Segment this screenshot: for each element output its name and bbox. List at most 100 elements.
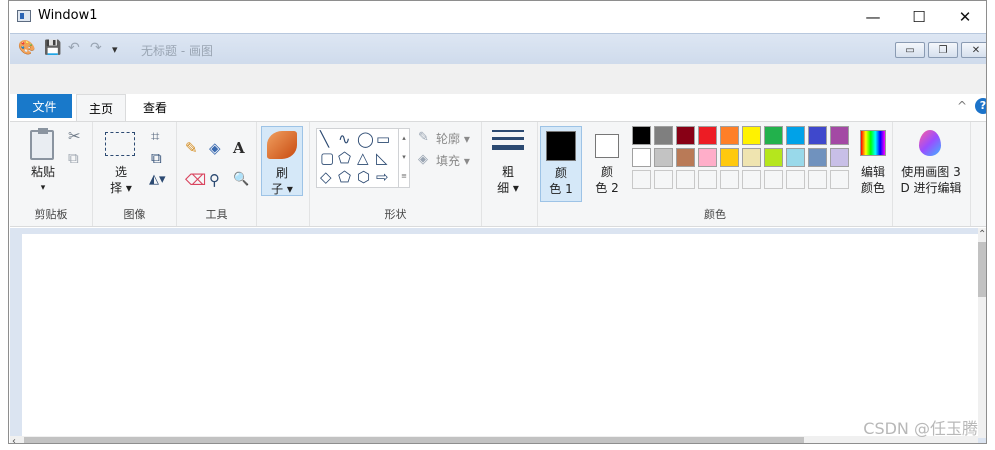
resize-icon[interactable]: ⧉ <box>151 150 162 166</box>
palette-swatch[interactable] <box>676 170 695 189</box>
fill-icon[interactable]: ◈ <box>209 140 221 156</box>
brushes-button[interactable]: 刷 子 ▾ <box>261 126 303 196</box>
palette-swatch[interactable] <box>742 148 761 167</box>
scroll-left-icon[interactable]: ‹ <box>12 436 16 443</box>
palette-swatch[interactable] <box>764 148 783 167</box>
palette-swatch[interactable] <box>764 170 783 189</box>
edit-colors-label-2: 颜色 <box>860 181 885 195</box>
size-label-2[interactable]: 细 ▾ <box>490 180 526 196</box>
palette-swatch[interactable] <box>742 126 761 145</box>
palette-swatch[interactable] <box>632 126 651 145</box>
palette-swatch[interactable] <box>786 170 805 189</box>
shape-rounded-rect-icon[interactable]: ▢ <box>320 150 334 166</box>
size-label-1[interactable]: 粗 <box>490 164 526 180</box>
copy-icon[interactable]: ⧉ <box>68 150 79 166</box>
shape-oval-icon[interactable]: ◯ <box>357 131 374 147</box>
shape-diamond-icon[interactable]: ◇ <box>320 169 332 185</box>
horizontal-scrollbar[interactable]: ‹ <box>10 436 978 443</box>
shape-rectangle-icon[interactable]: ▭ <box>376 131 390 147</box>
color1-button[interactable]: 颜 色 1 <box>540 126 582 202</box>
document-title: 无标题 - 画图 <box>141 44 213 58</box>
palette-swatch[interactable] <box>720 148 739 167</box>
pencil-icon[interactable]: ✎ <box>185 140 198 156</box>
palette-swatch[interactable] <box>720 126 739 145</box>
palette-swatch[interactable] <box>676 148 695 167</box>
palette-swatch[interactable] <box>654 170 673 189</box>
select-icon[interactable] <box>105 132 135 156</box>
paint3d-icon[interactable] <box>919 130 941 156</box>
palette-swatch[interactable] <box>786 126 805 145</box>
magnifier-icon[interactable]: 🔍 <box>233 172 249 188</box>
palette-swatch[interactable] <box>654 126 673 145</box>
palette-swatch[interactable] <box>808 170 827 189</box>
redo-icon[interactable]: ↷ <box>90 40 102 56</box>
palette-swatch[interactable] <box>632 170 651 189</box>
shape-curve-icon[interactable]: ∿ <box>338 131 351 147</box>
undo-icon[interactable]: ↶ <box>68 40 80 56</box>
size-icon[interactable] <box>492 130 524 150</box>
vertical-scroll-thumb[interactable] <box>978 242 986 297</box>
select-label-2[interactable]: 择 ▾ <box>103 180 139 196</box>
palette-swatch[interactable] <box>786 148 805 167</box>
help-icon[interactable]: ? <box>975 98 986 114</box>
shape-arrow-icon[interactable]: ⇨ <box>376 169 389 185</box>
close-button[interactable]: ✕ <box>942 1 986 32</box>
palette-swatch[interactable] <box>698 126 717 145</box>
paste-label[interactable]: 粘贴 <box>24 164 62 180</box>
mdi-minimize-button[interactable]: ▭ <box>895 42 925 58</box>
paint3d-label-2[interactable]: D 进行编辑 <box>893 180 969 196</box>
crop-icon[interactable]: ⌗ <box>151 128 159 144</box>
tab-view[interactable]: 查看 <box>130 94 180 121</box>
save-icon[interactable]: 💾 <box>44 40 61 56</box>
shape-triangle-icon[interactable]: △ <box>357 150 369 166</box>
palette-swatch[interactable] <box>830 170 849 189</box>
scroll-up-icon[interactable]: ⌃ <box>978 229 986 240</box>
palette-swatch[interactable] <box>808 126 827 145</box>
palette-swatch[interactable] <box>742 170 761 189</box>
shape-fill-icon[interactable]: ◈ <box>418 152 428 168</box>
shape-pentagon-icon[interactable]: ⬠ <box>338 169 351 185</box>
paint3d-label-1[interactable]: 使用画图 3 <box>893 164 969 180</box>
palette-icon[interactable]: 🎨 <box>18 40 35 56</box>
brushes-label-1: 刷 <box>275 166 288 180</box>
palette-swatch[interactable] <box>830 148 849 167</box>
maximize-button[interactable]: ☐ <box>896 1 942 32</box>
tab-file[interactable]: 文件 <box>17 94 72 118</box>
cut-icon[interactable]: ✂ <box>68 128 81 144</box>
outline-icon[interactable]: ✎ <box>418 130 429 146</box>
rotate-icon[interactable]: ◭▾ <box>149 172 166 188</box>
palette-swatch[interactable] <box>654 148 673 167</box>
shapes-gallery-scroll[interactable]: ▴ ▾ ≡ <box>398 129 409 187</box>
paste-icon[interactable] <box>30 128 54 160</box>
palette-swatch[interactable] <box>676 126 695 145</box>
palette-swatch[interactable] <box>808 148 827 167</box>
edit-colors-button[interactable]: 编辑 颜色 <box>854 126 892 202</box>
customize-qat-icon[interactable]: ▾ <box>112 43 118 56</box>
vertical-scrollbar[interactable]: ⌃ <box>978 228 986 438</box>
palette-swatch[interactable] <box>720 170 739 189</box>
color-picker-icon[interactable]: ⚲ <box>209 172 220 188</box>
tab-home[interactable]: 主页 <box>76 94 126 122</box>
mdi-close-button[interactable]: ✕ <box>961 42 986 58</box>
minimize-button[interactable]: — <box>850 1 896 32</box>
palette-swatch[interactable] <box>698 148 717 167</box>
shape-polygon-icon[interactable]: ⬠ <box>338 150 351 166</box>
mdi-restore-button[interactable]: ❐ <box>928 42 958 58</box>
shape-right-triangle-icon[interactable]: ◺ <box>376 150 388 166</box>
shape-line-icon[interactable]: ╲ <box>320 131 329 147</box>
eraser-icon[interactable]: ⌫ <box>185 172 206 188</box>
paste-dropdown-icon[interactable]: ▾ <box>24 180 62 196</box>
select-label-1[interactable]: 选 <box>103 164 139 180</box>
outline-label[interactable]: 轮廓 ▾ <box>436 130 470 147</box>
palette-swatch[interactable] <box>698 170 717 189</box>
palette-swatch[interactable] <box>764 126 783 145</box>
drawing-canvas[interactable] <box>22 234 980 437</box>
shape-hexagon-icon[interactable]: ⬡ <box>357 169 370 185</box>
palette-swatch[interactable] <box>830 126 849 145</box>
collapse-ribbon-icon[interactable]: ^ <box>957 99 967 113</box>
shape-fill-label[interactable]: 填充 ▾ <box>436 152 470 169</box>
horizontal-scroll-thumb[interactable] <box>24 437 804 443</box>
color2-button[interactable]: 颜 色 2 <box>586 126 628 202</box>
text-icon[interactable]: A <box>233 140 245 156</box>
palette-swatch[interactable] <box>632 148 651 167</box>
